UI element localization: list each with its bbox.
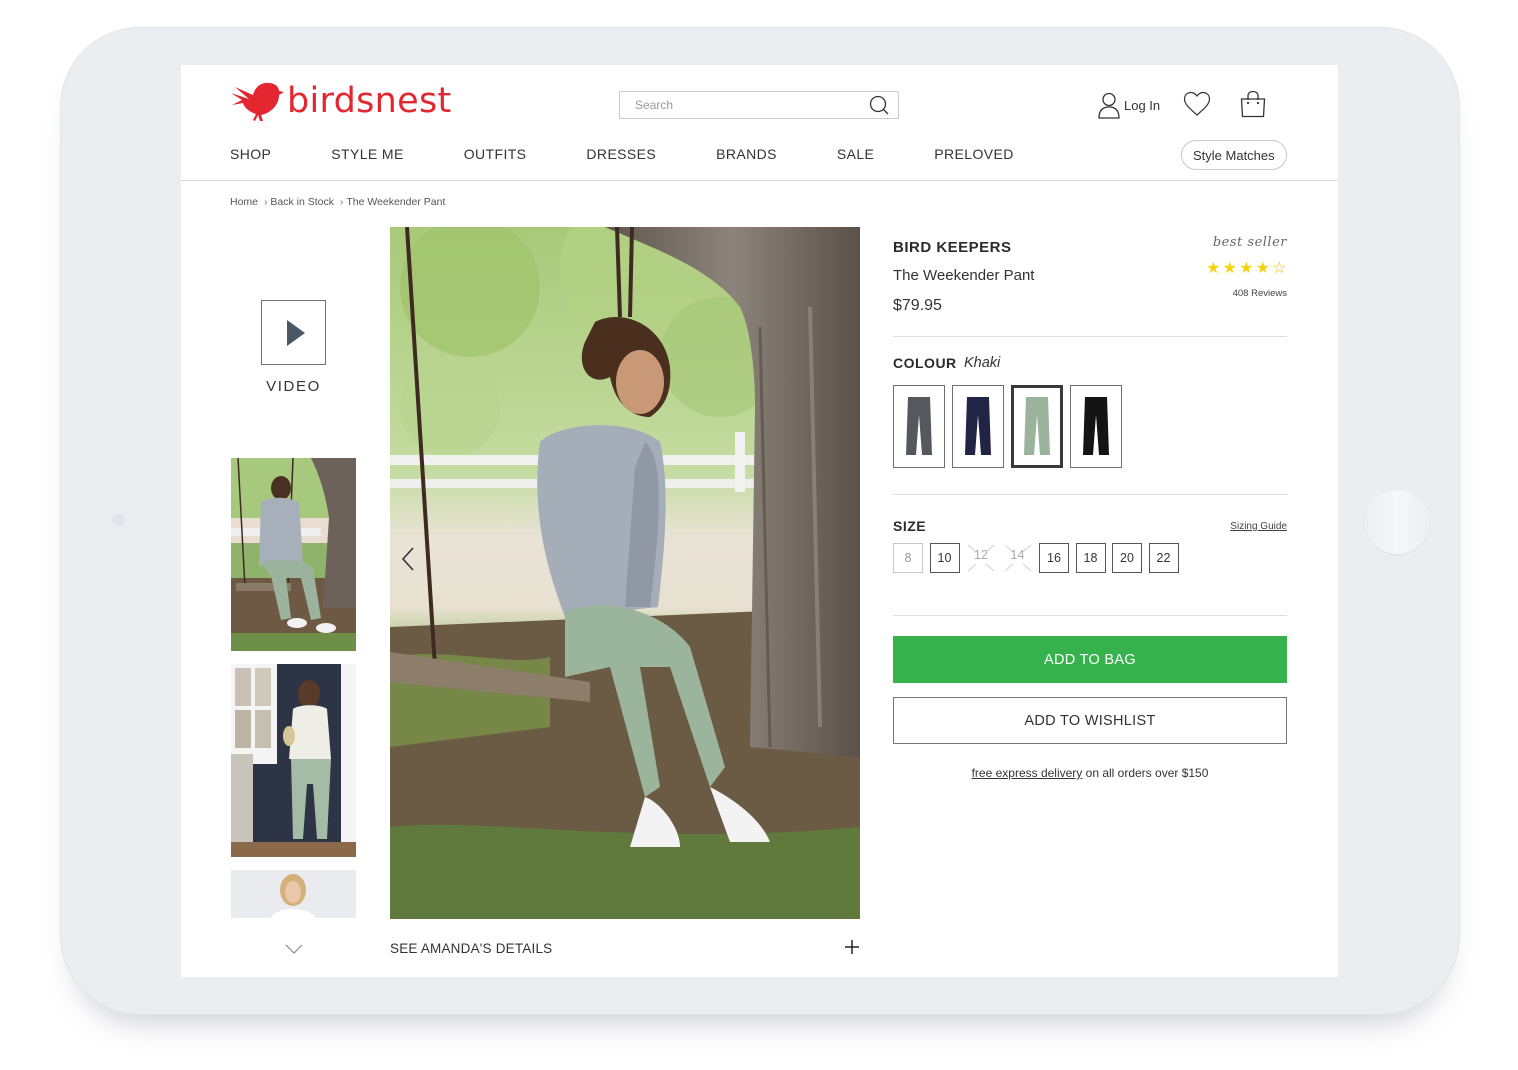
star-empty-icon: ☆ bbox=[1272, 260, 1287, 277]
divider bbox=[893, 615, 1287, 616]
nav-item-preloved[interactable]: PRELOVED bbox=[934, 146, 1013, 162]
star-filled-icon: ★ bbox=[1206, 260, 1221, 277]
tablet-home-button[interactable] bbox=[1365, 490, 1429, 554]
thumbnail-swing-image bbox=[231, 458, 356, 651]
thumbnail-2[interactable] bbox=[231, 664, 356, 857]
selected-colour: Khaki bbox=[964, 355, 1001, 371]
size-options: 8 10 12 14 16 18 20 22 bbox=[893, 543, 1185, 573]
breadcrumb-separator: › bbox=[264, 196, 268, 208]
size-16[interactable]: 16 bbox=[1039, 543, 1069, 573]
product-name: The Weekender Pant bbox=[893, 267, 1035, 284]
chevron-down-icon[interactable] bbox=[285, 943, 303, 955]
search-input[interactable] bbox=[620, 98, 868, 112]
nav-item-style-me[interactable]: STYLE ME bbox=[331, 146, 403, 162]
search-icon[interactable] bbox=[868, 94, 890, 116]
pant-icon bbox=[1024, 396, 1050, 455]
breadcrumb-current: The Weekender Pant bbox=[346, 196, 446, 208]
nav-item-dresses[interactable]: DRESSES bbox=[586, 146, 656, 162]
size-20[interactable]: 20 bbox=[1112, 543, 1142, 573]
style-matches-button[interactable]: Style Matches bbox=[1181, 140, 1287, 170]
logo-text: birdsnest bbox=[287, 81, 452, 121]
main-product-image[interactable] bbox=[390, 227, 860, 919]
thumbnail-1[interactable] bbox=[231, 458, 356, 651]
login-label: Log In bbox=[1124, 97, 1161, 113]
nav-item-brands[interactable]: BRANDS bbox=[716, 146, 777, 162]
thumbnail-3[interactable] bbox=[231, 870, 356, 918]
size-8[interactable]: 8 bbox=[893, 543, 923, 573]
colour-swatches bbox=[893, 385, 1129, 468]
bird-logo-icon bbox=[231, 82, 284, 121]
see-model-details-toggle[interactable]: SEE AMANDA'S DETAILS bbox=[390, 941, 552, 956]
swatch-black[interactable] bbox=[1070, 385, 1122, 468]
product-price: $79.95 bbox=[893, 297, 942, 314]
size-10[interactable]: 10 bbox=[929, 543, 960, 573]
star-filled-icon: ★ bbox=[1222, 260, 1237, 277]
heart-icon[interactable] bbox=[1183, 91, 1211, 117]
video-button[interactable] bbox=[261, 300, 326, 365]
reviews-count[interactable]: 408 Reviews bbox=[1201, 288, 1287, 299]
web-page: birdsnest Log In SHOP STYLE ME OUTFITS D… bbox=[181, 65, 1338, 977]
pant-icon bbox=[1083, 396, 1109, 455]
play-icon bbox=[286, 319, 305, 346]
divider bbox=[893, 336, 1287, 337]
main-nav: SHOP STYLE ME OUTFITS DRESSES BRANDS SAL… bbox=[230, 146, 1014, 162]
sizing-guide-link[interactable]: Sizing Guide bbox=[1221, 521, 1287, 532]
pant-icon bbox=[965, 396, 991, 455]
size-12[interactable]: 12 bbox=[966, 543, 996, 573]
colour-label: COLOUR bbox=[893, 355, 957, 371]
swatch-navy[interactable] bbox=[952, 385, 1004, 468]
breadcrumb: Home › Back in Stock › The Weekender Pan… bbox=[230, 196, 445, 208]
previous-image-arrow-icon[interactable] bbox=[400, 545, 416, 573]
search-box[interactable] bbox=[619, 91, 899, 119]
size-18[interactable]: 18 bbox=[1075, 543, 1106, 573]
shopping-bag-icon[interactable] bbox=[1239, 90, 1267, 118]
star-filled-icon: ★ bbox=[1239, 260, 1254, 277]
swatch-khaki[interactable] bbox=[1011, 385, 1063, 468]
breadcrumb-back-in-stock[interactable]: Back in Stock bbox=[270, 196, 334, 208]
thumbnail-porch-image bbox=[231, 664, 356, 857]
header-divider bbox=[181, 180, 1338, 181]
size-22[interactable]: 22 bbox=[1148, 543, 1179, 573]
add-to-bag-button[interactable]: ADD TO BAG bbox=[893, 636, 1287, 683]
product-brand[interactable]: BIRD KEEPERS bbox=[893, 239, 1012, 256]
nav-item-outfits[interactable]: OUTFITS bbox=[464, 146, 527, 162]
user-icon bbox=[1098, 92, 1120, 119]
video-label: VIDEO bbox=[266, 378, 321, 395]
breadcrumb-home[interactable]: Home bbox=[230, 196, 258, 208]
best-seller-badge: best seller bbox=[1212, 235, 1287, 250]
divider bbox=[893, 494, 1287, 495]
plus-icon[interactable] bbox=[844, 939, 860, 955]
pant-icon bbox=[906, 396, 932, 455]
size-14[interactable]: 14 bbox=[1002, 543, 1033, 573]
star-filled-icon: ★ bbox=[1255, 260, 1270, 277]
breadcrumb-separator: › bbox=[339, 196, 344, 208]
nav-item-sale[interactable]: SALE bbox=[837, 146, 874, 162]
thumbnail-portrait-image bbox=[231, 870, 356, 918]
add-to-wishlist-button[interactable]: ADD TO WISHLIST bbox=[893, 697, 1287, 744]
product-photo bbox=[390, 227, 860, 919]
nav-item-shop[interactable]: SHOP bbox=[230, 146, 271, 162]
swatch-charcoal[interactable] bbox=[893, 385, 945, 468]
site-logo[interactable]: birdsnest bbox=[229, 79, 452, 123]
delivery-text: on all orders over $150 bbox=[1082, 766, 1209, 780]
login-link[interactable]: Log In bbox=[1097, 91, 1160, 119]
delivery-note: free express delivery on all orders over… bbox=[893, 766, 1287, 780]
star-rating[interactable]: ★ ★ ★ ★ ☆ bbox=[1205, 261, 1288, 277]
size-label: SIZE bbox=[893, 518, 927, 534]
tablet-camera bbox=[112, 513, 125, 526]
free-delivery-link[interactable]: free express delivery bbox=[972, 766, 1083, 780]
